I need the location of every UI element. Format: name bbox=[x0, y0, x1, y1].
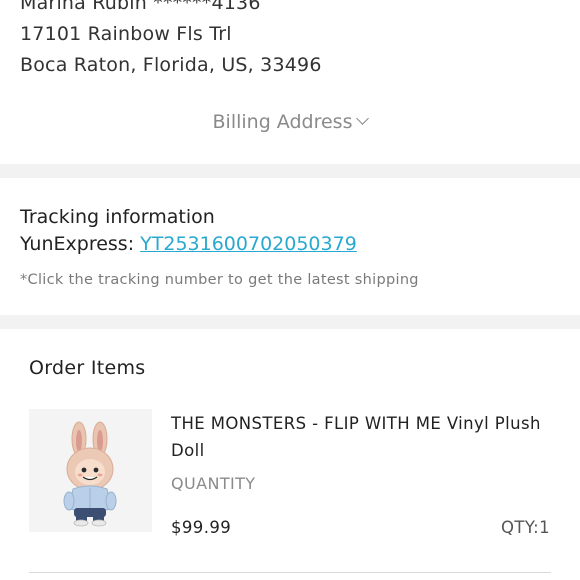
address-name: Marina Rubin ******4136 bbox=[20, 0, 261, 14]
tracking-line: YunExpress: YT2531600702050379 bbox=[20, 233, 357, 255]
product-price: $99.99 bbox=[171, 518, 232, 537]
tracking-number-link[interactable]: YT2531600702050379 bbox=[140, 233, 357, 255]
billing-address-toggle[interactable]: Billing Address bbox=[0, 111, 580, 133]
items-divider bbox=[29, 572, 551, 573]
order-items-title: Order Items bbox=[29, 357, 146, 379]
section-divider bbox=[0, 164, 580, 178]
product-image[interactable] bbox=[29, 409, 152, 532]
product-qty: QTY:1 bbox=[500, 518, 550, 537]
plush-doll-image bbox=[63, 421, 117, 527]
address-city: Boca Raton, Florida, US, 33496 bbox=[20, 54, 322, 76]
address-street: 17101 Rainbow Fls Trl bbox=[20, 23, 232, 45]
billing-address-label: Billing Address bbox=[212, 111, 353, 133]
tracking-title: Tracking information bbox=[20, 206, 215, 228]
quantity-label: QUANTITY bbox=[171, 474, 256, 493]
tracking-note: *Click the tracking number to get the la… bbox=[20, 272, 419, 288]
section-divider bbox=[0, 315, 580, 329]
product-name[interactable]: THE MONSTERS - FLIP WITH ME Vinyl Plush … bbox=[171, 410, 566, 464]
shipping-address: Marina Rubin ******4136 17101 Rainbow Fl… bbox=[20, 0, 322, 81]
chevron-down-icon bbox=[356, 112, 370, 125]
tracking-carrier: YunExpress: bbox=[20, 233, 135, 255]
